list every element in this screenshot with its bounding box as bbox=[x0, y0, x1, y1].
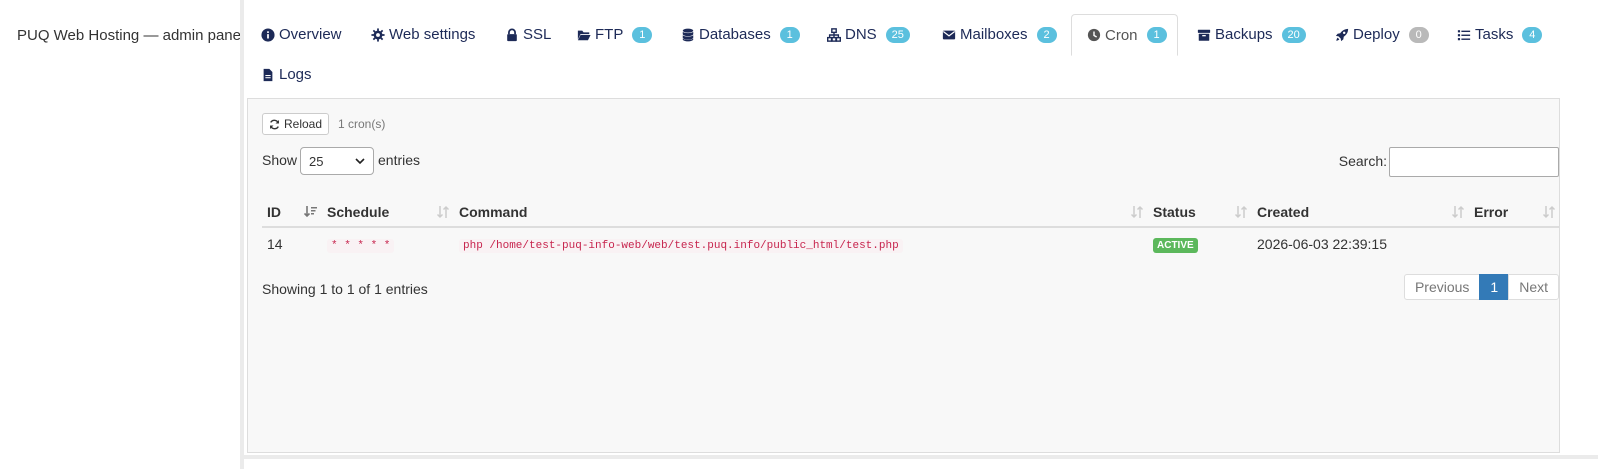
page-1-button[interactable]: 1 bbox=[1479, 274, 1510, 300]
archive-icon bbox=[1196, 27, 1211, 42]
status-badge: ACTIVE bbox=[1153, 237, 1198, 253]
reload-button[interactable]: Reload bbox=[262, 113, 330, 135]
entries-selected-value: 25 bbox=[309, 153, 324, 169]
chevron-down-icon bbox=[355, 154, 365, 169]
tab-ssl[interactable]: SSL bbox=[490, 14, 561, 55]
tab-label: Cron bbox=[1105, 26, 1138, 44]
search-label: Search: bbox=[1338, 153, 1387, 169]
tab-label: Mailboxes bbox=[960, 26, 1028, 43]
tab-cron[interactable]: Cron 1 bbox=[1071, 14, 1178, 56]
right-panel: Overview Web settings SSL FTP 1 Database… bbox=[240, 0, 1598, 469]
tab-label: SSL bbox=[523, 26, 552, 43]
column-header-status[interactable]: Status bbox=[1148, 197, 1252, 228]
previous-page-button[interactable]: Previous bbox=[1403, 274, 1481, 300]
cell-status: ACTIVE bbox=[1148, 226, 1252, 259]
tab-label: Logs bbox=[279, 66, 312, 83]
column-header-schedule[interactable]: Schedule bbox=[322, 197, 454, 228]
column-header-created[interactable]: Created bbox=[1252, 197, 1469, 228]
tab-badge: 1 bbox=[1146, 27, 1167, 43]
search-input[interactable] bbox=[1389, 147, 1559, 177]
column-header-error[interactable]: Error bbox=[1469, 197, 1560, 228]
tab-badge: 1 bbox=[632, 26, 653, 43]
sort-icon bbox=[1542, 205, 1556, 219]
cron-count: 1 cron(s) bbox=[338, 117, 386, 131]
tab-dns[interactable]: DNS 25 bbox=[812, 14, 920, 55]
list-icon bbox=[1456, 27, 1471, 42]
file-icon bbox=[260, 67, 275, 82]
sort-active-icon bbox=[304, 206, 317, 218]
cell-id: 14 bbox=[262, 226, 322, 259]
left-panel: PUQ Web Hosting — admin panel bbox=[0, 0, 244, 469]
column-header-command[interactable]: Command bbox=[454, 197, 1148, 228]
tab-label: Backups bbox=[1215, 26, 1273, 43]
tab-badge: 2 bbox=[1036, 26, 1057, 43]
tab-bar: Overview Web settings SSL FTP 1 Database… bbox=[244, 14, 1598, 100]
tab-databases[interactable]: Databases 1 bbox=[666, 14, 810, 55]
rocket-icon bbox=[1334, 27, 1349, 42]
tab-label: DNS bbox=[845, 26, 877, 43]
show-label: Show bbox=[262, 152, 298, 168]
table-header-row: ID Schedule Command Status Created Error bbox=[262, 197, 1560, 228]
table-info: Showing 1 to 1 of 1 entries bbox=[262, 281, 428, 297]
sort-icon bbox=[436, 205, 450, 219]
tab-label: Deploy bbox=[1353, 26, 1400, 43]
entries-per-page-select[interactable]: 25 bbox=[300, 147, 374, 175]
info-circle-icon bbox=[260, 27, 275, 42]
tab-deploy[interactable]: Deploy 0 bbox=[1320, 14, 1439, 55]
tab-label: Databases bbox=[699, 26, 771, 43]
reload-label: Reload bbox=[284, 117, 323, 131]
envelope-icon bbox=[941, 27, 956, 42]
tab-backups[interactable]: Backups 20 bbox=[1182, 14, 1316, 55]
tab-badge: 4 bbox=[1522, 26, 1543, 43]
tab-badge: 1 bbox=[779, 26, 800, 43]
cell-command: php /home/test-puq-info-web/web/test.puq… bbox=[454, 226, 1148, 259]
table-row: 14 * * * * * php /home/test-puq-info-web… bbox=[262, 226, 1560, 259]
tab-badge: 0 bbox=[1408, 26, 1429, 43]
tab-mailboxes[interactable]: Mailboxes 2 bbox=[927, 14, 1067, 55]
tab-label: Overview bbox=[279, 26, 342, 43]
brand-title: PUQ Web Hosting — admin panel bbox=[17, 27, 245, 44]
tab-logs[interactable]: Logs bbox=[246, 54, 322, 95]
cell-error bbox=[1469, 226, 1560, 259]
tab-web-settings[interactable]: Web settings bbox=[356, 14, 485, 55]
lock-icon bbox=[504, 27, 519, 42]
gear-icon bbox=[370, 27, 385, 42]
cron-tab-content: Reload 1 cron(s) Show 25 entries Search: bbox=[247, 98, 1560, 453]
command-code: php /home/test-puq-info-web/web/test.puq… bbox=[459, 239, 903, 253]
cell-schedule: * * * * * bbox=[322, 226, 454, 259]
sort-icon bbox=[1451, 205, 1465, 219]
pagination: Previous 1 Next bbox=[1403, 274, 1559, 300]
refresh-icon bbox=[270, 119, 279, 129]
clock-icon bbox=[1086, 28, 1101, 43]
sitemap-icon bbox=[826, 27, 841, 42]
tab-label: FTP bbox=[595, 26, 624, 43]
tab-label: Tasks bbox=[1475, 26, 1514, 43]
column-header-id[interactable]: ID bbox=[262, 197, 322, 228]
tab-tasks[interactable]: Tasks 4 bbox=[1442, 14, 1552, 55]
tab-label: Web settings bbox=[389, 26, 476, 43]
tab-ftp[interactable]: FTP 1 bbox=[562, 14, 662, 55]
sort-icon bbox=[1234, 205, 1248, 219]
panel-bottom-border bbox=[244, 455, 1598, 459]
folder-open-icon bbox=[576, 27, 591, 42]
app-window: PUQ Web Hosting — admin panel Overview W… bbox=[0, 0, 1598, 469]
cell-created: 2026-06-03 22:39:15 bbox=[1252, 226, 1469, 259]
tab-badge: 25 bbox=[885, 26, 910, 43]
tab-badge: 20 bbox=[1281, 26, 1306, 43]
cron-table: ID Schedule Command Status Created Error… bbox=[262, 197, 1560, 259]
database-icon bbox=[680, 27, 695, 42]
entries-label: entries bbox=[378, 152, 421, 168]
schedule-code: * * * * * bbox=[327, 239, 395, 253]
sort-icon bbox=[1130, 205, 1144, 219]
next-page-button[interactable]: Next bbox=[1508, 274, 1559, 300]
tab-overview[interactable]: Overview bbox=[246, 14, 352, 55]
